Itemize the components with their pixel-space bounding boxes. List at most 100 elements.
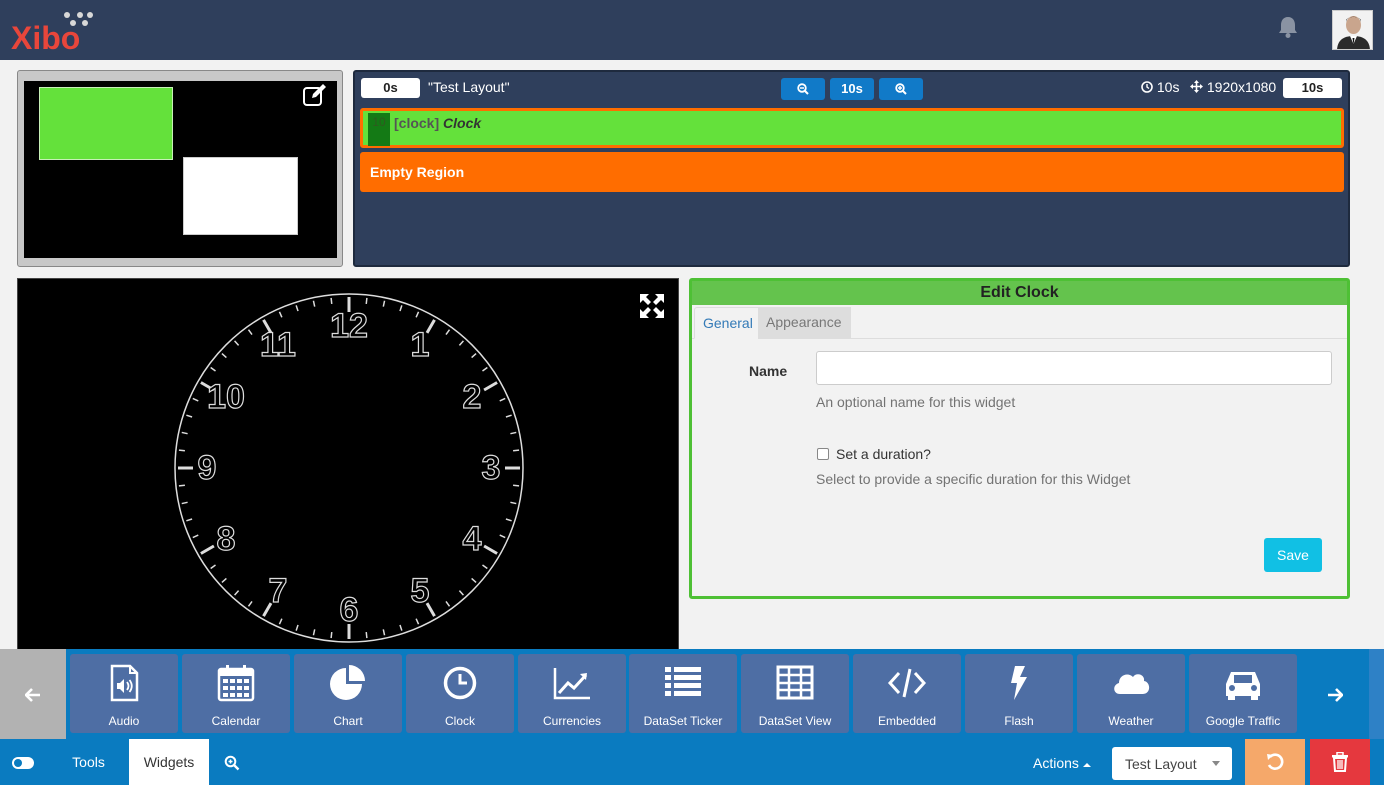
edit-layout-icon[interactable]	[302, 83, 328, 107]
save-button[interactable]: Save	[1264, 538, 1322, 572]
user-avatar[interactable]	[1332, 10, 1373, 50]
widget-toolbox: Audio Calendar Chart Clock Currencies Da…	[0, 649, 1384, 739]
clock-number: 12	[329, 307, 368, 345]
timeline-region-clock[interactable]: 10 [clock] Clock	[360, 108, 1344, 148]
logo-dot	[64, 12, 70, 18]
layout-preview[interactable]	[17, 70, 343, 267]
clock-minute-tick	[510, 431, 517, 435]
fullscreen-expand-icon[interactable]	[639, 293, 665, 319]
clock-minute-tick	[221, 577, 227, 583]
calendar-icon	[217, 665, 255, 702]
clock-minute-tick	[399, 624, 403, 631]
clock-number: 2	[462, 378, 482, 416]
clock-icon	[443, 666, 477, 700]
clock-number: 4	[462, 520, 482, 558]
clock-minute-tick	[382, 300, 386, 307]
widget-duration-bar[interactable]: 10	[368, 113, 390, 146]
logo-dot	[87, 12, 93, 18]
widget-calendar[interactable]: Calendar	[182, 654, 290, 733]
clock-minute-tick	[330, 297, 333, 304]
widget-chart[interactable]: Chart	[294, 654, 402, 733]
clock-number: 5	[410, 571, 430, 610]
scroll-left-button[interactable]	[0, 649, 66, 739]
xibo-logo[interactable]: Xibo	[11, 8, 101, 56]
clock-number: 10	[206, 378, 245, 416]
delete-button[interactable]	[1310, 739, 1370, 785]
top-navbar: Xibo	[0, 0, 1384, 60]
name-input[interactable]	[816, 351, 1332, 385]
audio-file-icon	[110, 664, 139, 702]
layout-select[interactable]: Test Layout	[1112, 747, 1232, 780]
bolt-icon	[1011, 666, 1027, 700]
widget-google-traffic[interactable]: Google Traffic	[1189, 654, 1297, 733]
clock-minute-tick	[295, 305, 299, 312]
timeline-panel: 0s "Test Layout" 10s 10s 1920x1080 10s 1…	[353, 70, 1350, 267]
clock-minute-tick	[399, 305, 403, 312]
widget-dataset-view[interactable]: DataSet View	[741, 654, 849, 733]
undo-icon	[1267, 753, 1284, 770]
tab-tools[interactable]: Tools	[48, 739, 129, 785]
widget-embedded[interactable]: Embedded	[853, 654, 961, 733]
zoom-level-button[interactable]: 10s	[830, 78, 874, 100]
clock-minute-tick	[210, 564, 216, 570]
clock-minute-tick	[210, 366, 216, 372]
actions-dropdown[interactable]: Actions	[1033, 739, 1091, 785]
clock-minute-tick	[186, 414, 193, 418]
clock-minute-tick	[482, 366, 488, 372]
widget-dataset-ticker[interactable]: DataSet Ticker	[629, 654, 737, 733]
widget-weather[interactable]: Weather	[1077, 654, 1185, 733]
layout-duration: 10s	[1141, 79, 1179, 95]
notification-bell-icon[interactable]	[1277, 15, 1299, 39]
tab-widgets[interactable]: Widgets	[129, 739, 209, 785]
tab-appearance[interactable]: Appearance	[758, 307, 851, 339]
clock-minute-tick	[181, 501, 188, 505]
widget-viewer: 12 1 2 3 4 5 6 7 8 9 10 11	[17, 278, 679, 650]
scroll-right-button[interactable]	[1301, 649, 1369, 739]
widget-currencies[interactable]: Currencies	[518, 654, 626, 733]
timeline-end-time: 10s	[1283, 78, 1342, 98]
widget-label: DataSet Ticker	[643, 714, 723, 728]
widget-clock[interactable]: Clock	[406, 654, 514, 733]
widget-label: Calendar	[211, 714, 261, 728]
navigator-toggle[interactable]	[12, 757, 34, 769]
clock-minute-tick	[505, 414, 512, 418]
clock-minute-tick	[505, 518, 512, 522]
logo-dot	[82, 20, 88, 26]
clock-minute-tick	[295, 624, 299, 631]
clock-minute-tick	[415, 311, 420, 318]
timeline-region-empty[interactable]: Empty Region	[360, 152, 1344, 192]
preview-region-empty[interactable]	[183, 157, 298, 235]
clock-minute-tick	[471, 353, 477, 359]
clock-minute-tick	[247, 601, 253, 607]
set-duration-checkbox[interactable]	[817, 448, 829, 460]
clock-minute-tick	[365, 297, 368, 304]
undo-button[interactable]	[1245, 739, 1305, 785]
clock-minute-tick	[445, 329, 451, 335]
clock-minute-tick	[192, 534, 199, 539]
set-duration-label[interactable]: Set a duration?	[836, 446, 931, 462]
clock-minute-tick	[499, 397, 506, 402]
widget-label: Google Traffic	[1205, 714, 1281, 728]
clock-number: 11	[259, 326, 296, 365]
search-icon[interactable]	[224, 755, 240, 771]
clock-minute-tick	[365, 632, 368, 639]
clock-minute-tick	[415, 618, 420, 625]
tab-general[interactable]: General	[694, 307, 762, 339]
edit-panel-title: Edit Clock	[692, 281, 1347, 305]
widget-label: Clock	[444, 714, 475, 728]
widget-flash[interactable]: Flash	[965, 654, 1073, 733]
zoom-in-button[interactable]	[879, 78, 923, 100]
zoom-out-button[interactable]	[781, 78, 825, 100]
arrow-right-icon	[1328, 688, 1343, 702]
widget-label: DataSet View	[758, 714, 832, 728]
clock-number: 1	[410, 326, 430, 365]
clock-minute-tick	[278, 311, 283, 318]
clock-minute-tick	[312, 300, 316, 307]
clock-minute-tick	[247, 329, 253, 335]
caret-up-icon	[1082, 763, 1091, 767]
preview-region-clock[interactable]	[39, 87, 173, 160]
clock-minute-tick	[499, 534, 506, 539]
name-help-text: An optional name for this widget	[816, 394, 1016, 410]
widget-audio[interactable]: Audio	[70, 654, 178, 733]
clock-number: 9	[197, 449, 217, 487]
